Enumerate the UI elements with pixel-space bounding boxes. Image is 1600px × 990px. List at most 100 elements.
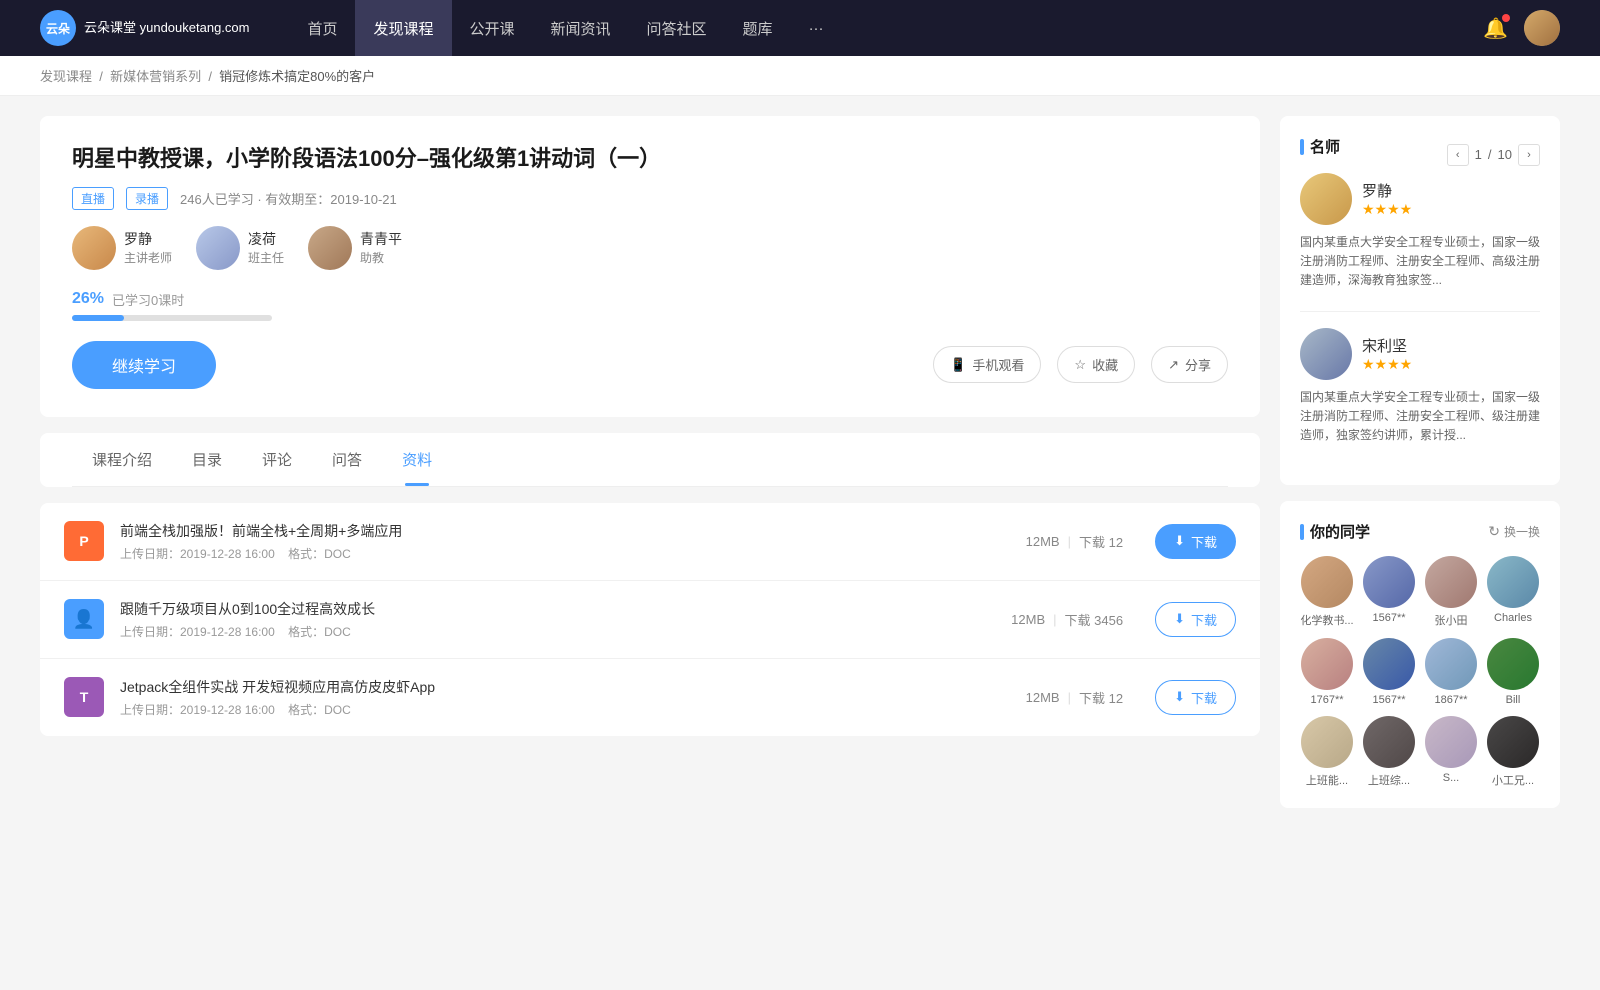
actions-row: 继续学习 📱 手机观看 ☆ 收藏 ↗ 分享 bbox=[72, 341, 1228, 389]
classmates-grid-wrapper: 化学教书... 1567** 张小田 Charles bbox=[1300, 556, 1540, 788]
resource-size-dl-0: 12MB | 下载 12 bbox=[1026, 532, 1123, 551]
resource-format-2: 格式：DOC bbox=[288, 703, 351, 717]
classmate-item-4[interactable]: 1767** bbox=[1300, 638, 1354, 706]
download-button-2[interactable]: ⬇ 下载 bbox=[1155, 680, 1236, 715]
tc-desc-0: 国内某重点大学安全工程专业硕士，国家一级注册消防工程师、注册安全工程师、高级注册… bbox=[1300, 233, 1540, 291]
main-layout: 明星中教授课，小学阶段语法100分–强化级第1讲动词（一） 直播 录播 246人… bbox=[0, 96, 1600, 844]
tabs-list: 课程介绍 目录 评论 问答 资料 bbox=[72, 433, 1228, 487]
classmate-name-8: 上班能... bbox=[1306, 772, 1348, 788]
classmate-name-4: 1767** bbox=[1310, 694, 1343, 706]
teacher-card-header-1: 宋利坚 ★★★★ bbox=[1300, 328, 1540, 380]
collect-button[interactable]: ☆ 收藏 bbox=[1057, 346, 1135, 383]
page-separator: / bbox=[1488, 147, 1492, 162]
classmate-avatar-5 bbox=[1363, 638, 1415, 690]
resource-info-2: Jetpack全组件实战 开发短视频应用高仿皮皮虾App 上传日期：2019-1… bbox=[120, 677, 1010, 718]
resource-downloads-2: 下载 12 bbox=[1079, 688, 1123, 707]
classmate-avatar-9 bbox=[1363, 716, 1415, 768]
teacher-avatar-0 bbox=[72, 226, 116, 270]
nav-item-quiz[interactable]: 题库 bbox=[725, 0, 791, 56]
tab-resources[interactable]: 资料 bbox=[382, 433, 452, 486]
classmate-avatar-11 bbox=[1487, 716, 1539, 768]
progress-studied: 已学习0课时 bbox=[112, 290, 184, 309]
tab-review[interactable]: 评论 bbox=[242, 433, 312, 486]
breadcrumb-discover[interactable]: 发现课程 bbox=[40, 69, 92, 84]
tab-qa[interactable]: 问答 bbox=[312, 433, 382, 486]
classmate-item-1[interactable]: 1567** bbox=[1362, 556, 1416, 628]
continue-learning-button[interactable]: 继续学习 bbox=[72, 341, 216, 389]
tab-intro[interactable]: 课程介绍 bbox=[72, 433, 172, 486]
resource-size-dl-2: 12MB | 下载 12 bbox=[1026, 688, 1123, 707]
classmate-name-5: 1567** bbox=[1372, 694, 1405, 706]
classmate-item-7[interactable]: Bill bbox=[1486, 638, 1540, 706]
next-page-button[interactable]: › bbox=[1518, 144, 1540, 166]
download-label-0: 下载 bbox=[1191, 532, 1217, 551]
teacher-item-1: 凌荷 班主任 bbox=[196, 226, 284, 270]
tab-catalog[interactable]: 目录 bbox=[172, 433, 242, 486]
classmates-title-row: 你的同学 ↻ 换一换 bbox=[1300, 521, 1540, 542]
navbar: 云朵 云朵课堂 yundouketang.com 首页 发现课程 公开课 新闻资… bbox=[0, 0, 1600, 56]
resource-size-dl-1: 12MB | 下载 3456 bbox=[1011, 610, 1123, 629]
download-label-2: 下载 bbox=[1191, 688, 1217, 707]
logo[interactable]: 云朵 云朵课堂 yundouketang.com bbox=[40, 10, 249, 46]
tc-name-0: 罗静 bbox=[1362, 180, 1412, 201]
user-avatar[interactable] bbox=[1524, 10, 1560, 46]
mobile-view-button[interactable]: 📱 手机观看 bbox=[933, 346, 1041, 383]
separator-2: | bbox=[1068, 690, 1071, 705]
resource-size-1: 12MB bbox=[1011, 612, 1045, 627]
page-total: 10 bbox=[1498, 147, 1512, 162]
breadcrumb-series[interactable]: 新媒体营销系列 bbox=[110, 69, 201, 84]
resource-info-0: 前端全栈加强版！前端全栈+全周期+多端应用 上传日期：2019-12-28 16… bbox=[120, 521, 1010, 562]
tc-name-1: 宋利坚 bbox=[1362, 335, 1412, 356]
prev-page-button[interactable]: ‹ bbox=[1447, 144, 1469, 166]
classmate-avatar-4 bbox=[1301, 638, 1353, 690]
resource-size-0: 12MB bbox=[1026, 534, 1060, 549]
teacher-avatar-1 bbox=[196, 226, 240, 270]
classmate-avatar-10 bbox=[1425, 716, 1477, 768]
share-button[interactable]: ↗ 分享 bbox=[1151, 346, 1228, 383]
nav-item-qa[interactable]: 问答社区 bbox=[629, 0, 725, 56]
separator-1: | bbox=[1053, 612, 1056, 627]
course-title: 明星中教授课，小学阶段语法100分–强化级第1讲动词（一） bbox=[72, 144, 1228, 175]
bell-icon[interactable]: 🔔 bbox=[1483, 16, 1508, 41]
classmates-title: 你的同学 bbox=[1300, 521, 1370, 542]
tc-stars-1: ★★★★ bbox=[1362, 356, 1412, 373]
teacher-info-2: 青青平 助教 bbox=[360, 229, 402, 266]
classmate-item-5[interactable]: 1567** bbox=[1362, 638, 1416, 706]
resource-size-2: 12MB bbox=[1026, 690, 1060, 705]
progress-bar-fill bbox=[72, 315, 124, 321]
sidebar: 名师 ‹ 1 / 10 › 罗静 ★★★★ 国内某重点大学安全工程专 bbox=[1280, 116, 1560, 824]
classmate-avatar-7 bbox=[1487, 638, 1539, 690]
logo-text: 云朵课堂 yundouketang.com bbox=[84, 20, 249, 36]
classmate-item-3[interactable]: Charles bbox=[1486, 556, 1540, 628]
tc-info-1: 宋利坚 ★★★★ bbox=[1362, 335, 1412, 373]
classmate-item-2[interactable]: 张小田 bbox=[1424, 556, 1478, 628]
classmate-item-9[interactable]: 上班综... bbox=[1362, 716, 1416, 788]
nav-item-more[interactable]: ··· bbox=[791, 0, 842, 56]
nav-item-news[interactable]: 新闻资讯 bbox=[533, 0, 629, 56]
classmate-name-1: 1567** bbox=[1372, 612, 1405, 624]
resource-title-0: 前端全栈加强版！前端全栈+全周期+多端应用 bbox=[120, 521, 1010, 541]
badge-record: 录播 bbox=[126, 187, 168, 210]
nav-item-home[interactable]: 首页 bbox=[289, 0, 355, 56]
teacher-role-1: 班主任 bbox=[248, 249, 284, 266]
classmate-item-11[interactable]: 小工兄... bbox=[1486, 716, 1540, 788]
classmate-item-8[interactable]: 上班能... bbox=[1300, 716, 1354, 788]
progress-label: 26% 已学习0课时 bbox=[72, 290, 1228, 309]
breadcrumb-current: 销冠修炼术搞定80%的客户 bbox=[219, 69, 375, 84]
download-icon-2: ⬇ bbox=[1174, 689, 1185, 705]
download-button-1[interactable]: ⬇ 下载 bbox=[1155, 602, 1236, 637]
download-label-1: 下载 bbox=[1191, 610, 1217, 629]
collect-icon: ☆ bbox=[1074, 357, 1086, 373]
classmate-item-10[interactable]: S... bbox=[1424, 716, 1478, 788]
refresh-button[interactable]: 换一换 bbox=[1504, 523, 1540, 540]
nav-item-discover[interactable]: 发现课程 bbox=[355, 0, 451, 56]
teacher-role-2: 助教 bbox=[360, 249, 402, 266]
mobile-label: 手机观看 bbox=[972, 355, 1024, 374]
classmate-item-6[interactable]: 1867** bbox=[1424, 638, 1478, 706]
tabs-card: 课程介绍 目录 评论 问答 资料 bbox=[40, 433, 1260, 487]
nav-item-open[interactable]: 公开课 bbox=[452, 0, 533, 56]
badge-live: 直播 bbox=[72, 187, 114, 210]
download-button-0[interactable]: ⬇ 下载 bbox=[1155, 524, 1236, 559]
resource-list: P 前端全栈加强版！前端全栈+全周期+多端应用 上传日期：2019-12-28 … bbox=[40, 503, 1260, 736]
classmate-item-0[interactable]: 化学教书... bbox=[1300, 556, 1354, 628]
